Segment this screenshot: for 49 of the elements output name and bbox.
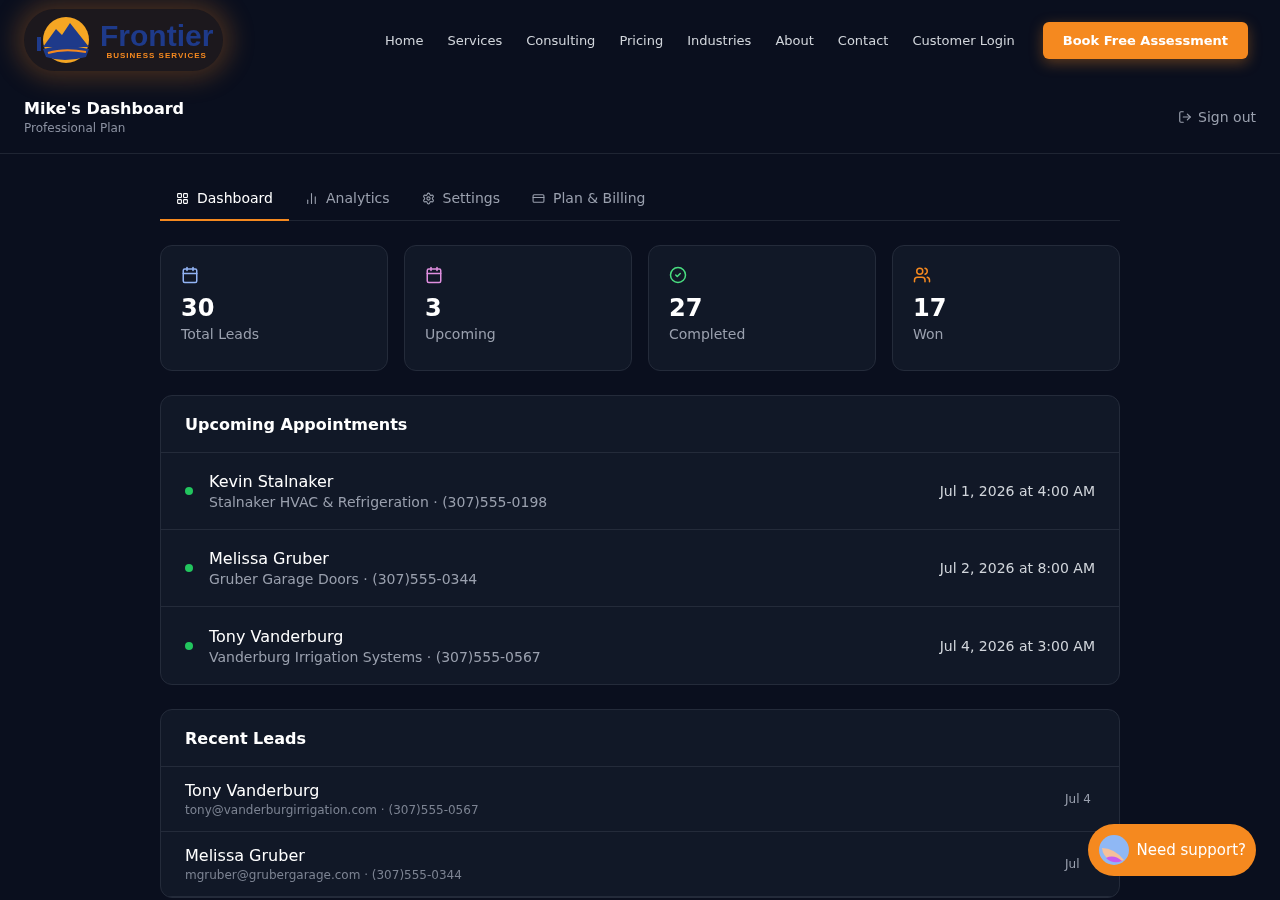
stat-label: Total Leads (181, 326, 261, 342)
sign-out-icon (1178, 109, 1193, 124)
appointment-time: Jul 2, 2026 at 8:00 AM (939, 560, 1095, 576)
lead-name: Tony Vanderburg (185, 781, 321, 800)
panel-title: Upcoming Appointments (185, 414, 408, 434)
lead-details: tony@vanderburgirrigation.com · (307)555-0567 (185, 803, 480, 817)
contact-name: Melissa Gruber (209, 549, 330, 568)
contact-name: Tony Vanderburg (209, 626, 345, 646)
lead-details: mgruber@grubergarage.com · (307)555-0344 (185, 868, 463, 882)
contact-name: Kevin Stalnaker (209, 472, 335, 491)
dashboard-title: Mike's Dashboard (24, 98, 185, 118)
nav-link[interactable]: Home (385, 32, 424, 48)
nav-link[interactable]: Pricing (619, 32, 664, 48)
nav-link[interactable]: Industries (687, 32, 752, 48)
contact-details: Gruber Garage Doors · (307)555-0344 (209, 571, 479, 587)
contact-details: Vanderburg Irrigation Systems · (307)555-0567 (209, 648, 542, 665)
logo-tagline: BUSINESS SERVICES (106, 50, 207, 60)
appointment-time: Jul 1, 2026 at 4:00 AM (939, 483, 1095, 499)
stat-label: Won (913, 326, 945, 342)
logo[interactable]: Frontier BUSINESS SERVICES (24, 9, 224, 71)
tab[interactable]: Analytics (288, 180, 406, 221)
appointment-time: Jul 4, 2026 at 3:00 AM (939, 637, 1095, 654)
tab[interactable]: Plan & Billing (515, 180, 662, 221)
tab[interactable]: Dashboard (160, 180, 289, 221)
support-avatar-icon (1098, 834, 1131, 866)
plan-name: Professional Plan (24, 120, 127, 135)
nav-link[interactable]: Contact (837, 32, 889, 48)
nav-link[interactable]: Services (447, 32, 503, 48)
stat-label: Completed (669, 326, 747, 342)
stat-label: Upcoming (425, 326, 497, 342)
nav-link[interactable]: About (775, 32, 814, 48)
lead-date: Jul (1065, 857, 1081, 871)
stat-value: 30 (181, 294, 216, 322)
stat-value: 17 (913, 294, 948, 322)
tab-icon (531, 191, 545, 205)
lead-name: Melissa Gruber (185, 846, 306, 865)
stat-value: 27 (669, 294, 704, 322)
nav-link[interactable]: Customer Login (912, 32, 1015, 48)
logo-wordmark: Frontier (100, 20, 214, 51)
tab-icon (421, 191, 435, 205)
lead-date: Jul 4 (1065, 792, 1092, 806)
contact-details: Stalnaker HVAC & Refrigeration · (307)555-0198 (209, 494, 549, 510)
tab-icon (176, 191, 189, 205)
stat-value: 3 (425, 294, 443, 322)
tab[interactable]: Settings (405, 180, 516, 221)
nav-link[interactable]: Consulting (526, 32, 596, 48)
tab-icon (304, 191, 318, 205)
panel-title: Recent Leads (185, 728, 306, 748)
sign-out-link[interactable]: Sign out (1178, 108, 1256, 125)
